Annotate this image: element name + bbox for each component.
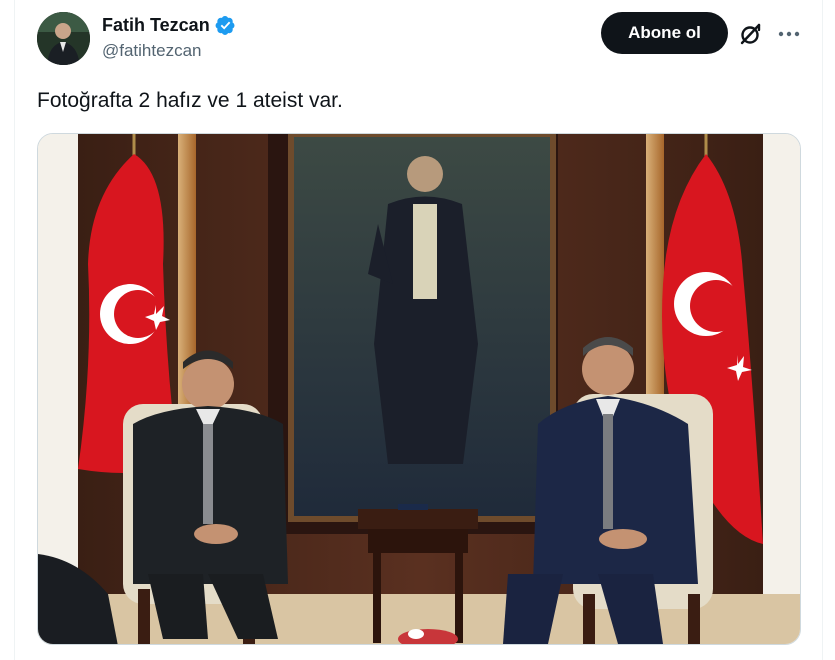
timeline-border-left	[14, 0, 15, 660]
photo-image	[38, 134, 800, 644]
follow-button[interactable]: Abone ol	[601, 12, 728, 54]
tweet-photo[interactable]	[37, 133, 801, 645]
author-name-row[interactable]: Fatih Tezcan	[102, 13, 236, 37]
author-handle[interactable]: @fatihtezcan	[102, 41, 201, 61]
timeline-border-right	[822, 0, 823, 660]
grok-icon[interactable]	[738, 21, 764, 47]
avatar-image	[37, 12, 90, 65]
author-avatar[interactable]	[37, 12, 90, 65]
tweet-text: Fotoğrafta 2 hafız ve 1 ateist var.	[37, 89, 343, 112]
more-dots-icon[interactable]	[774, 20, 804, 48]
author-display-name[interactable]: Fatih Tezcan	[102, 15, 210, 36]
verified-badge-icon	[215, 15, 236, 36]
